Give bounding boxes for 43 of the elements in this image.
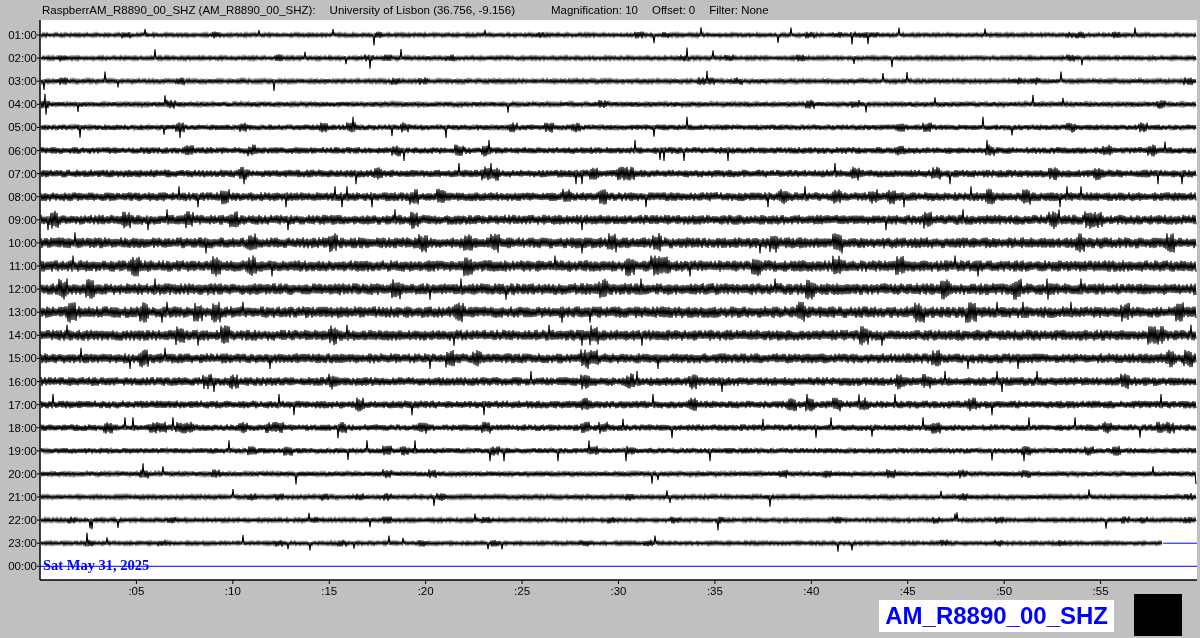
baseline (1162, 542, 1198, 544)
status-indicator (1134, 594, 1182, 636)
channel-label: AM_R8890_00_SHZ (879, 600, 1114, 632)
hour-label: 16:00 (8, 375, 37, 388)
hour-label: 07:00 (8, 167, 37, 180)
hour-label: 13:00 (8, 306, 37, 319)
hour-label: 02:00 (8, 52, 37, 65)
hour-label: 20:00 (8, 467, 37, 480)
minute-label: :10 (224, 585, 241, 597)
hour-label: 15:00 (8, 352, 37, 365)
minute-label: :45 (899, 585, 916, 597)
hour-label: 14:00 (8, 329, 37, 342)
minute-label: :15 (321, 585, 338, 597)
hour-label: 11:00 (9, 260, 37, 272)
hour-label: 12:00 (8, 283, 37, 296)
hour-label: 17:00 (8, 398, 37, 411)
minute-label: :30 (610, 585, 627, 597)
location-text: University of Lisbon (36.756, -9.156) (329, 3, 515, 18)
minute-label: :35 (706, 585, 723, 597)
hour-label: 10:00 (8, 236, 37, 249)
hour-label: 01:00 (8, 29, 37, 41)
hour-label: 06:00 (8, 144, 37, 157)
station-name: RaspberrAM_R8890_00_SHZ (AM_R8890_00_SHZ): (42, 3, 316, 18)
minute-label: :50 (996, 585, 1013, 597)
hour-label: 09:00 (8, 213, 37, 226)
minute-label: :25 (514, 585, 531, 597)
magnification-text: Magnification: 10 (551, 3, 638, 18)
hour-label: 22:00 (8, 514, 37, 527)
hour-label: 04:00 (8, 98, 37, 111)
hour-label: 05:00 (8, 121, 37, 134)
hour-label: 18:00 (8, 421, 37, 434)
minute-label: :40 (803, 585, 820, 597)
hour-label: 03:00 (8, 75, 37, 88)
minute-label: :55 (1092, 585, 1109, 597)
hour-label: 00:00 (8, 560, 37, 573)
offset-text: Offset: 0 (651, 3, 696, 18)
minute-label: :05 (128, 585, 145, 597)
hour-label: 08:00 (8, 190, 37, 203)
filter-text: Filter: None (709, 3, 769, 18)
minute-label: :20 (417, 585, 434, 597)
hour-label: 21:00 (8, 491, 37, 503)
hour-label: 19:00 (8, 444, 37, 457)
hour-label: 23:00 (8, 537, 37, 550)
